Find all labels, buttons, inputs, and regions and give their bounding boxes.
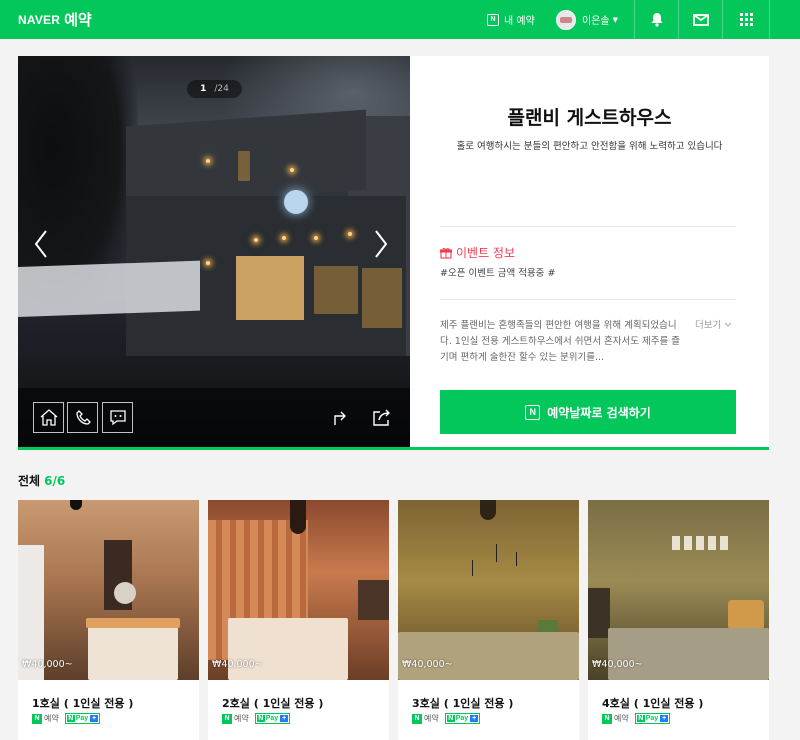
room-name: 4호실 ( 1인실 전용 ) bbox=[602, 697, 704, 710]
room-price: ₩40,000~ bbox=[592, 659, 643, 670]
share-icon bbox=[373, 409, 390, 426]
mail-button[interactable] bbox=[678, 0, 722, 39]
naver-n-icon: N bbox=[487, 13, 499, 26]
naver-booking-badge: N 예약 bbox=[32, 713, 59, 724]
shop-photo-gallery[interactable]: 1 /24 bbox=[18, 56, 410, 447]
notification-button[interactable] bbox=[634, 0, 678, 39]
room-badges: N 예약 N Pay + bbox=[412, 713, 481, 724]
naver-booking-badge: N 예약 bbox=[602, 713, 629, 724]
room-card[interactable]: ₩40,000~ 3호실 ( 1인실 전용 ) N 예약 N Pay + bbox=[398, 500, 579, 740]
chevron-down-icon bbox=[724, 322, 732, 327]
gallery-pager: 1 /24 bbox=[187, 80, 242, 98]
round-sign bbox=[284, 190, 308, 214]
brand-service: 예약 bbox=[64, 11, 92, 29]
room-photo: ₩40,000~ bbox=[18, 500, 199, 680]
directions-icon bbox=[334, 411, 346, 425]
chevron-left-icon bbox=[34, 230, 47, 258]
gallery-next-button[interactable] bbox=[370, 226, 392, 262]
avatar bbox=[556, 9, 576, 30]
room-badges: N 예약 N Pay + bbox=[222, 713, 291, 724]
home-button[interactable] bbox=[33, 402, 64, 433]
naver-booking-logo[interactable]: NAVER 예약 bbox=[18, 0, 92, 39]
more-button[interactable]: 더보기 bbox=[695, 318, 732, 334]
room-price: ₩40,000~ bbox=[212, 659, 263, 670]
shop-description: 홀로 여행하시는 분들의 편안하고 안전함을 위해 노력하고 있습니다 bbox=[456, 141, 723, 152]
gallery-total: /24 bbox=[214, 84, 229, 94]
brand-naver: NAVER bbox=[18, 12, 61, 27]
more-label: 더보기 bbox=[695, 320, 722, 331]
naver-pay-badge: N Pay + bbox=[444, 713, 481, 724]
gallery-current: 1 bbox=[200, 84, 207, 94]
user-menu[interactable]: 이은솔 ▼ bbox=[556, 0, 618, 39]
naver-n-icon: N bbox=[525, 404, 541, 420]
my-booking-link[interactable]: N 내 예약 bbox=[487, 0, 535, 39]
room-photo: ₩40,000~ bbox=[398, 500, 579, 680]
divider bbox=[440, 299, 736, 300]
mail-icon bbox=[692, 13, 709, 26]
gift-icon bbox=[440, 247, 452, 259]
shop-intro: 제주 플랜비는 혼행족들의 편안한 여행을 위해 계획되었습니다. 1인실 전용… bbox=[440, 320, 680, 363]
shop-title: 플랜비 게스트하우스 bbox=[507, 107, 672, 129]
gallery-toolbar bbox=[18, 388, 410, 447]
shop-info-panel: 플랜비 게스트하우스 홀로 여행하시는 분들의 편안하고 안전함을 위해 노력하… bbox=[410, 56, 769, 447]
room-card[interactable]: ₩40,000~ 4호실 ( 1인실 전용 ) N 예약 N Pay + bbox=[588, 500, 769, 740]
room-card[interactable]: ₩40,000~ 2호실 ( 1인실 전용 ) N 예약 N Pay + bbox=[208, 500, 389, 740]
room-card[interactable]: ₩40,000~ 1호실 ( 1인실 전용 ) N 예약 N Pay + bbox=[18, 500, 199, 740]
naver-booking-badge: N 예약 bbox=[222, 713, 249, 724]
caret-down-icon: ▼ bbox=[612, 15, 618, 24]
naver-booking-badge: N 예약 bbox=[412, 713, 439, 724]
rooms-count: 6/6 bbox=[44, 474, 66, 488]
naver-pay-badge: N Pay + bbox=[64, 713, 101, 724]
room-price: ₩40,000~ bbox=[402, 659, 453, 670]
gallery-prev-button[interactable] bbox=[30, 226, 52, 262]
room-price: ₩40,000~ bbox=[22, 659, 73, 670]
room-photo: ₩40,000~ bbox=[208, 500, 389, 680]
room-name: 2호실 ( 1인실 전용 ) bbox=[222, 697, 324, 710]
rooms-section-title: 전체 6/6 bbox=[18, 472, 65, 489]
room-photo: ₩40,000~ bbox=[588, 500, 769, 680]
home-icon bbox=[40, 409, 57, 426]
building-signboard bbox=[18, 260, 200, 318]
apps-grid-icon bbox=[739, 13, 753, 26]
chevron-right-icon bbox=[375, 230, 388, 258]
phone-icon bbox=[75, 409, 91, 425]
talk-button[interactable] bbox=[102, 402, 133, 433]
search-by-date-button[interactable]: N 예약날짜로 검색하기 bbox=[440, 390, 736, 434]
naver-pay-badge: N Pay + bbox=[254, 713, 291, 724]
notification-bell-icon bbox=[651, 13, 662, 27]
event-heading: 이벤트 정보 bbox=[440, 244, 515, 261]
directions-button[interactable] bbox=[332, 408, 348, 430]
divider bbox=[440, 226, 736, 227]
share-button[interactable] bbox=[372, 408, 392, 430]
book-button-label: 예약날짜로 검색하기 bbox=[547, 405, 651, 420]
naver-pay-badge: N Pay + bbox=[634, 713, 671, 724]
phone-button[interactable] bbox=[67, 402, 98, 433]
event-text: #오픈 이벤트 금액 적용중 # bbox=[440, 268, 556, 279]
my-booking-label: 내 예약 bbox=[504, 16, 535, 27]
apps-button[interactable] bbox=[722, 0, 770, 39]
user-name: 이은솔 bbox=[582, 16, 610, 27]
room-badges: N 예약 N Pay + bbox=[602, 713, 671, 724]
talk-icon bbox=[109, 410, 126, 426]
rooms-title: 전체 bbox=[18, 474, 41, 488]
shop-summary-card: 1 /24 플랜비 게스트하우스 홀로 여행하시는 분들의 편안하고 안전함을 … bbox=[18, 56, 769, 450]
room-name: 3호실 ( 1인실 전용 ) bbox=[412, 697, 514, 710]
top-navigation-bar: NAVER 예약 N 내 예약 이은솔 ▼ bbox=[0, 0, 800, 39]
event-heading-label: 이벤트 정보 bbox=[456, 246, 516, 260]
room-name: 1호실 ( 1인실 전용 ) bbox=[32, 697, 134, 710]
room-badges: N 예약 N Pay + bbox=[32, 713, 101, 724]
